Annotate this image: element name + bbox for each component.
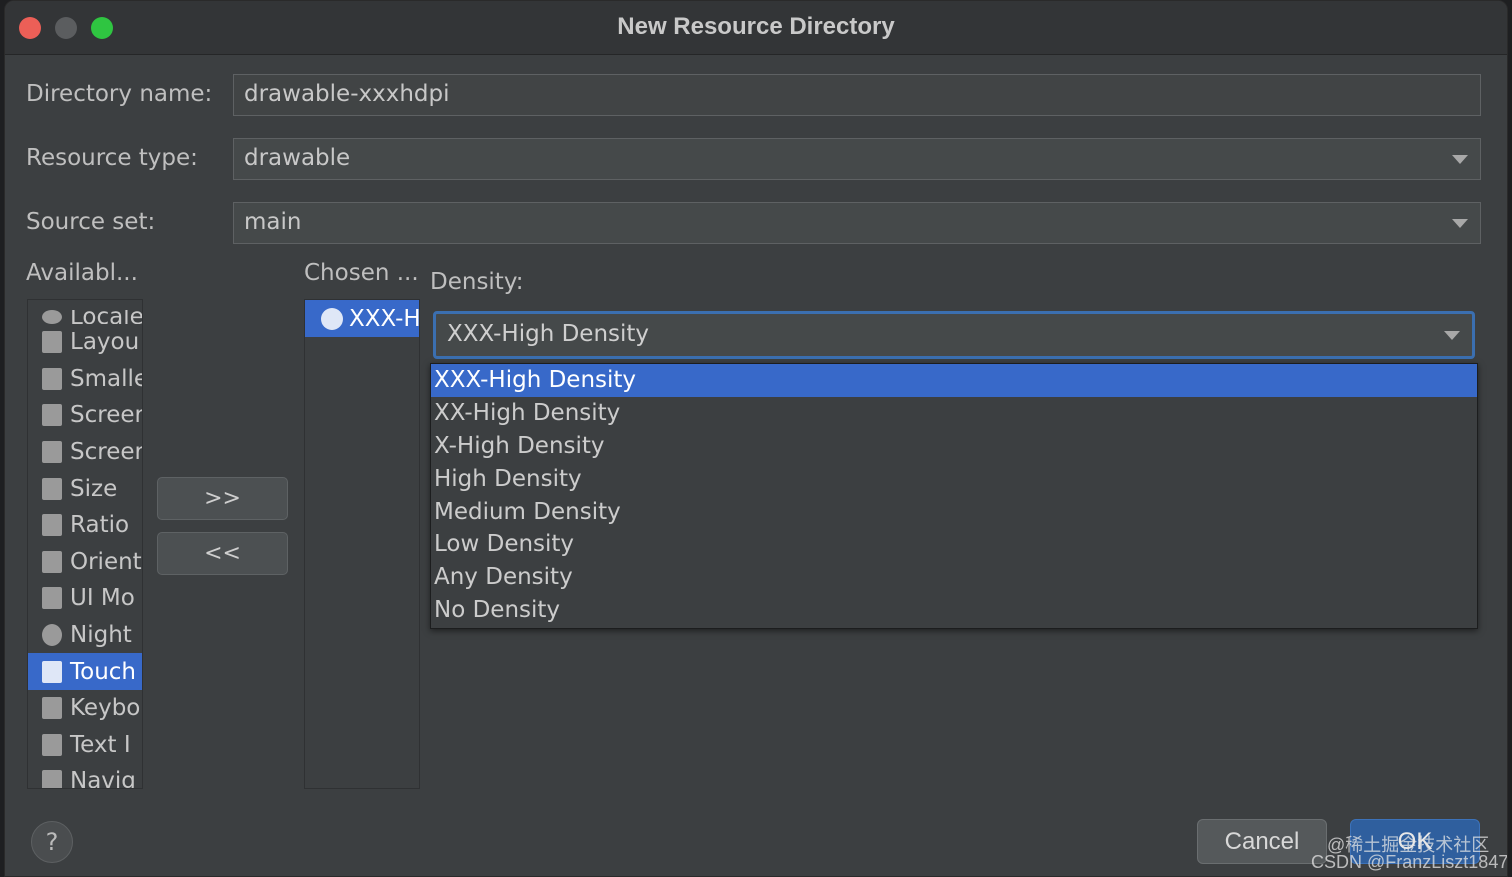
list-item[interactable]: UI Mo <box>28 580 142 617</box>
available-qualifiers-list[interactable]: Locale Layou Smalle Screer Screer Size R… <box>27 299 143 789</box>
directory-name-value: drawable-xxxhdpi <box>244 81 450 107</box>
screen-width-icon <box>42 404 62 427</box>
density-option-xx-high[interactable]: XX-High Density <box>431 397 1477 430</box>
cancel-button[interactable]: Cancel <box>1197 819 1327 864</box>
list-item[interactable]: Screer <box>28 434 142 471</box>
density-option-any[interactable]: Any Density <box>431 561 1477 594</box>
density-select[interactable]: XXX-High Density <box>433 311 1475 359</box>
list-item[interactable]: Layou <box>28 324 142 361</box>
touch-icon <box>42 660 62 683</box>
density-dropdown-list[interactable]: XXX-High Density XX-High Density X-High … <box>430 363 1478 629</box>
list-item-selected[interactable]: XXX-H <box>305 300 419 337</box>
list-item[interactable]: Text I <box>28 727 142 764</box>
list-item[interactable]: Navig <box>28 763 142 788</box>
source-set-select[interactable]: main <box>233 202 1481 244</box>
dialog-window: New Resource Directory Directory name: d… <box>4 0 1508 877</box>
layout-direction-icon <box>42 331 62 354</box>
chevron-down-icon <box>1452 155 1468 164</box>
list-item-selected[interactable]: Touch <box>28 653 142 690</box>
size-icon <box>42 477 62 500</box>
chevron-down-icon <box>1452 219 1468 228</box>
resource-type-label: Resource type: <box>26 145 198 171</box>
help-button[interactable]: ? <box>31 821 73 863</box>
night-mode-icon <box>42 624 62 647</box>
list-item[interactable]: Orient <box>28 544 142 581</box>
source-set-label: Source set: <box>26 209 156 235</box>
watermark-line-2: CSDN @FranzLiszt1847 <box>1311 852 1508 872</box>
density-option-low[interactable]: Low Density <box>431 528 1477 561</box>
text-input-icon <box>42 733 62 756</box>
remove-qualifier-button[interactable]: << <box>157 532 288 575</box>
keyboard-icon <box>42 697 62 720</box>
density-icon <box>321 307 343 330</box>
directory-name-label: Directory name: <box>26 81 213 107</box>
navigation-icon <box>42 770 62 788</box>
list-item[interactable]: Keybo <box>28 690 142 727</box>
screen-height-icon <box>42 441 62 464</box>
list-item[interactable]: Screer <box>28 397 142 434</box>
density-label: Density: <box>430 269 524 295</box>
chosen-qualifiers-list[interactable]: XXX-H <box>304 299 420 789</box>
directory-name-input[interactable]: drawable-xxxhdpi <box>233 74 1481 116</box>
chevron-down-icon <box>1444 331 1460 340</box>
title-bar: New Resource Directory <box>5 1 1507 55</box>
list-item[interactable]: Ratio <box>28 507 142 544</box>
locale-icon <box>42 310 62 324</box>
orientation-icon <box>42 550 62 573</box>
resource-type-value: drawable <box>244 145 351 171</box>
resource-type-select[interactable]: drawable <box>233 138 1481 180</box>
density-option-medium[interactable]: Medium Density <box>431 496 1477 529</box>
smallest-width-icon <box>42 367 62 390</box>
source-set-value: main <box>244 209 302 235</box>
list-item[interactable]: Size <box>28 470 142 507</box>
density-selected-value: XXX-High Density <box>447 321 650 347</box>
window-title: New Resource Directory <box>617 13 895 40</box>
list-item[interactable]: Locale <box>28 308 142 324</box>
add-qualifier-button[interactable]: >> <box>157 477 288 520</box>
density-option-high[interactable]: High Density <box>431 463 1477 496</box>
ui-mode-icon <box>42 587 62 610</box>
list-item[interactable]: Smalle <box>28 361 142 398</box>
available-qualifiers-header: Availabl... <box>26 260 138 286</box>
density-option-xxx-high[interactable]: XXX-High Density <box>431 364 1477 397</box>
density-option-x-high[interactable]: X-High Density <box>431 430 1477 463</box>
chosen-qualifiers-header: Chosen ... <box>304 260 419 286</box>
ratio-icon <box>42 514 62 537</box>
density-option-none[interactable]: No Density <box>431 594 1477 627</box>
list-item[interactable]: Night <box>28 617 142 654</box>
